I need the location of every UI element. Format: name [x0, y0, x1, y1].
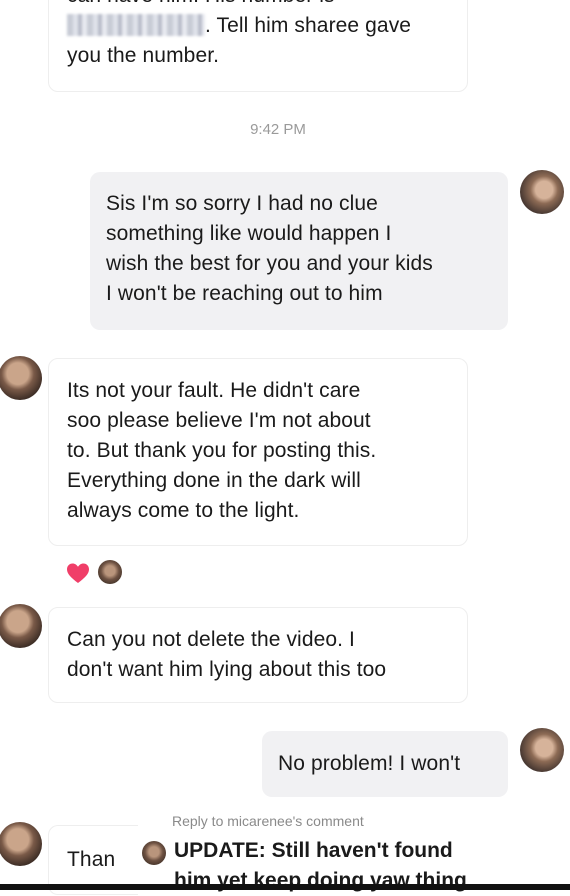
my-avatar[interactable] [520, 170, 564, 214]
update-line-1: UPDATE: Still haven't found [174, 839, 453, 862]
message-line: . Tell him sharee gave [67, 11, 467, 41]
reply-to-comment-banner: Reply to micarenee's comment [172, 813, 364, 829]
message-line: always come to the light. [67, 499, 300, 522]
contact-avatar[interactable] [0, 604, 42, 648]
message-bubble-outgoing[interactable]: Sis I'm so sorry I had no clue something… [90, 172, 508, 330]
message-line: Sis I'm so sorry I had no clue [106, 192, 378, 215]
message-bubble-incoming[interactable]: Can you not delete the video. I don't wa… [48, 607, 468, 703]
message-line: No problem! I won't [278, 752, 461, 775]
message-bubble-incoming: can have him. His number is . Tell him s… [48, 0, 468, 92]
update-line-2: him yet keep doing yaw thing [174, 869, 467, 892]
message-line: soo please believe I'm not about [67, 409, 371, 432]
redacted-phone-number [67, 14, 205, 36]
reaction-avatar [98, 560, 122, 584]
contact-avatar[interactable] [0, 356, 42, 400]
heart-icon [67, 563, 89, 583]
update-caption-overlay: UPDATE: Still haven't found him yet keep… [140, 836, 520, 892]
message-timestamp: 9:42 PM [250, 121, 306, 138]
message-line: I won't be reaching out to him [106, 282, 383, 305]
message-line: you the number. [67, 44, 220, 67]
message-line: Its not your fault. He didn't care [67, 379, 361, 402]
message-bubble-outgoing[interactable]: No problem! I won't [262, 731, 508, 797]
message-line: to. But thank you for posting this. [67, 439, 377, 462]
message-line: can have him. His number is [67, 0, 467, 11]
message-line: Than [67, 848, 116, 871]
message-line: Can you not delete the video. I [67, 628, 355, 651]
my-avatar[interactable] [520, 728, 564, 772]
contact-avatar[interactable] [0, 822, 42, 866]
bottom-edge-bar [0, 884, 570, 890]
message-line: don't want him lying about this too [67, 658, 387, 681]
message-line: Everything done in the dark will [67, 469, 361, 492]
message-line: something like would happen I [106, 222, 392, 245]
message-bubble-incoming[interactable]: Its not your fault. He didn't care soo p… [48, 358, 468, 546]
commenter-avatar [142, 841, 166, 865]
message-line: wish the best for you and your kids [106, 252, 433, 275]
